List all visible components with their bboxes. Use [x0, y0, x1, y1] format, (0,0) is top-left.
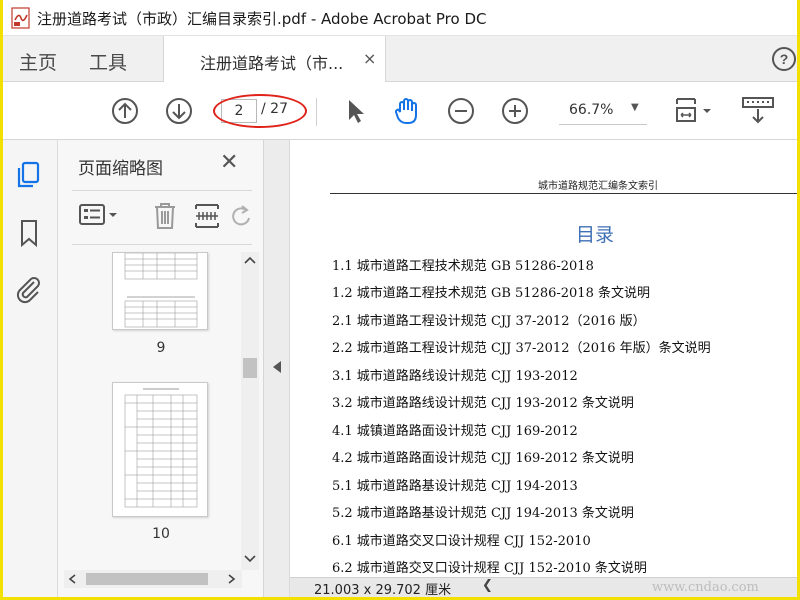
- toc-entry[interactable]: 2.2 城市道路工程设计规范 CJJ 37-2012（2016 年版）条文说明: [332, 337, 797, 357]
- thumbnail-options-icon[interactable]: [78, 202, 122, 230]
- title-bar: 注册道路考试（市政）汇编目录索引.pdf - Adobe Acrobat Pro…: [3, 0, 797, 36]
- document-tab-label: 注册道路考试（市...: [200, 54, 344, 73]
- toc-entry[interactable]: 1.1 城市道路工程技术规范 GB 51286-2018: [332, 255, 797, 275]
- scroll-down-icon[interactable]: [244, 554, 256, 564]
- watermark-text: www.cndao.com: [652, 580, 759, 595]
- toc-heading: 目录: [576, 224, 615, 246]
- help-icon[interactable]: ?: [771, 46, 797, 72]
- trash-icon[interactable]: [150, 200, 180, 232]
- panel-toolbar: [58, 192, 264, 242]
- panel-divider: [72, 190, 252, 191]
- previous-page-icon[interactable]: [109, 95, 141, 127]
- app-document-icon: [11, 7, 30, 29]
- rotate-icon[interactable]: [228, 202, 254, 230]
- collapse-panel-icon[interactable]: [271, 360, 283, 374]
- chevron-down-icon: ▼: [631, 102, 639, 113]
- status-bar: 21.003 x 29.702 厘米 ❮ www.cndao.com: [290, 577, 797, 597]
- zoom-out-icon[interactable]: [445, 95, 477, 127]
- select-pointer-icon[interactable]: [339, 95, 371, 127]
- hand-tool-icon[interactable]: [391, 95, 423, 127]
- scroll-right-icon[interactable]: [226, 574, 236, 584]
- toolbar-divider: [316, 98, 317, 126]
- toc-entry[interactable]: 5.1 城市道路路基设计规范 CJJ 194-2013: [332, 475, 797, 495]
- tab-home[interactable]: 主页: [19, 48, 57, 75]
- toc-entry[interactable]: 3.1 城市道路路线设计规范 CJJ 193-2012: [332, 365, 797, 385]
- scrollbar-thumb[interactable]: [86, 573, 208, 585]
- page-size-readout: 21.003 x 29.702 厘米: [314, 583, 452, 597]
- page-header: 城市道路规范汇编条文索引: [330, 176, 797, 194]
- acrobat-window: 注册道路考试（市政）汇编目录索引.pdf - Adobe Acrobat Pro…: [3, 0, 797, 597]
- toc-entry[interactable]: 3.2 城市道路路线设计规范 CJJ 193-2012 条文说明: [332, 392, 797, 412]
- thumbnail-label-9: 9: [156, 340, 166, 356]
- toc-entry[interactable]: 5.2 城市道路路基设计规范 CJJ 194-2013 条文说明: [332, 502, 797, 522]
- toc-entry[interactable]: 4.1 城镇道路路面设计规范 CJJ 169-2012: [332, 420, 797, 440]
- next-page-icon[interactable]: [163, 95, 195, 127]
- toc-entry[interactable]: 6.2 城市道路交叉口设计规程 CJJ 152-2010 条文说明: [332, 557, 797, 577]
- annotation-circle: [213, 94, 307, 128]
- page-header-text: 城市道路规范汇编条文索引: [538, 181, 658, 192]
- document-view[interactable]: 城市道路规范汇编条文索引 目录 1.1 城市道路工程技术规范 GB 51286-…: [290, 140, 797, 577]
- left-navigation-rail: [3, 140, 58, 597]
- panel-divider: [72, 244, 252, 245]
- toc-entry[interactable]: 1.2 城市道路工程技术规范 GB 51286-2018 条文说明: [332, 282, 797, 302]
- tab-document[interactable]: 注册道路考试（市... ×: [163, 36, 386, 82]
- close-panel-button[interactable]: ✕: [220, 150, 238, 175]
- page-fit-icon[interactable]: [673, 95, 717, 127]
- panel-collapse-strip[interactable]: [264, 140, 290, 597]
- thumbnail-label-10: 10: [152, 526, 170, 542]
- thumbnail-content: [124, 388, 198, 508]
- scroll-left-icon[interactable]: ❮: [482, 578, 493, 593]
- scroll-mode-icon[interactable]: [739, 95, 779, 127]
- thumbnail-content: [124, 253, 198, 328]
- tab-bar: 主页 工具 注册道路考试（市... × ?: [3, 36, 797, 82]
- tab-tools[interactable]: 工具: [89, 48, 127, 75]
- zoom-value: 66.7%: [569, 102, 614, 118]
- toc-entry[interactable]: 2.1 城市道路工程设计规范 CJJ 37-2012（2016 版）: [332, 310, 797, 330]
- panel-title: 页面缩略图: [78, 159, 163, 179]
- scrollbar-thumb[interactable]: [243, 358, 257, 378]
- thumbnails-vertical-scrollbar[interactable]: [241, 252, 259, 570]
- attachment-icon[interactable]: [14, 274, 44, 304]
- page-thumbnail-9[interactable]: [112, 252, 208, 330]
- scroll-left-icon[interactable]: [68, 574, 78, 584]
- bookmark-icon[interactable]: [14, 218, 44, 248]
- zoom-in-icon[interactable]: [499, 95, 531, 127]
- thumbnails-horizontal-scrollbar[interactable]: [64, 570, 242, 588]
- insert-page-icon[interactable]: [192, 200, 222, 232]
- close-tab-button[interactable]: ×: [363, 49, 376, 68]
- svg-text:?: ?: [780, 51, 789, 67]
- page-thumbnail-10[interactable]: [112, 382, 208, 517]
- thumbnails-panel: 页面缩略图 ✕ 9 10: [58, 140, 264, 597]
- toolbar: 2 / 27 66.7% ▼: [3, 82, 797, 140]
- toc-entry[interactable]: 6.1 城市道路交叉口设计规程 CJJ 152-2010: [332, 530, 797, 550]
- toc-entry[interactable]: 4.2 城市道路路面设计规范 CJJ 169-2012 条文说明: [332, 447, 797, 467]
- zoom-dropdown[interactable]: 66.7% ▼: [559, 99, 647, 125]
- window-title: 注册道路考试（市政）汇编目录索引.pdf - Adobe Acrobat Pro…: [37, 10, 487, 28]
- scroll-up-icon[interactable]: [244, 255, 256, 265]
- page-thumbnails-icon[interactable]: [14, 160, 44, 190]
